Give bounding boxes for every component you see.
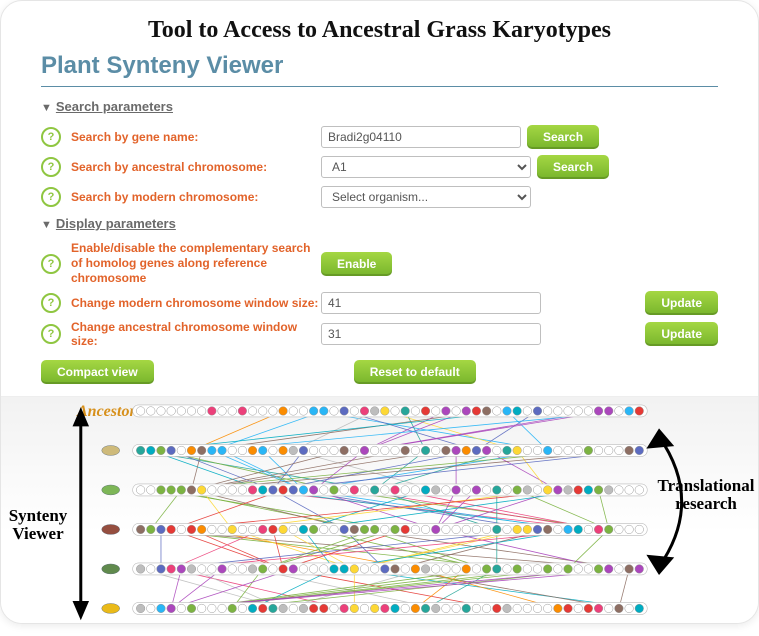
help-icon[interactable]: ? <box>41 127 61 147</box>
section-display-parameters[interactable]: ▼ Display parameters <box>41 216 718 231</box>
row-search-ancestral: ? Search by ancestral chromosome: A1 Sea… <box>41 154 718 180</box>
compact-view-button[interactable]: Compact view <box>41 360 154 384</box>
row-modern-window: ? Change modern chromosome window size: … <box>41 290 718 316</box>
update-ancestral-window-button[interactable]: Update <box>645 322 718 346</box>
row-search-gene: ? Search by gene name: Search <box>41 124 718 150</box>
enable-button[interactable]: Enable <box>321 252 392 276</box>
row-search-modern: ? Search by modern chromosome: Select or… <box>41 184 718 210</box>
gene-name-input[interactable] <box>321 126 521 148</box>
row-ancestral-window: ? Change ancestral chromosome window siz… <box>41 320 718 348</box>
search-ancestral-button[interactable]: Search <box>537 155 609 179</box>
ancestral-window-input[interactable] <box>321 323 541 345</box>
chevron-down-icon: ▼ <box>41 219 52 231</box>
app-title: Plant Synteny Viewer <box>41 52 718 80</box>
label-ancestral-window: Change ancestral chromosome window size: <box>71 320 321 348</box>
search-gene-button[interactable]: Search <box>527 125 599 149</box>
label-search-ancestral: Search by ancestral chromosome: <box>71 160 321 174</box>
section-search-parameters[interactable]: ▼ Search parameters <box>41 99 718 114</box>
page-title: Tool to Access to Ancestral Grass Karyot… <box>41 17 718 44</box>
modern-organism-select[interactable]: Select organism... <box>321 186 531 208</box>
row-enable-homolog: ? Enable/disable the complementary searc… <box>41 241 718 286</box>
help-icon[interactable]: ? <box>41 187 61 207</box>
label-search-modern: Search by modern chromosome: <box>71 190 321 204</box>
help-icon[interactable]: ? <box>41 254 61 274</box>
section-search-label: Search parameters <box>56 99 173 114</box>
modern-window-input[interactable] <box>321 292 541 314</box>
update-modern-window-button[interactable]: Update <box>645 291 718 315</box>
help-icon[interactable]: ? <box>41 293 61 313</box>
synteny-diagram: Ancestor Synteny Viewer Translational re… <box>1 396 758 623</box>
help-icon[interactable]: ? <box>41 157 61 177</box>
ancestral-chromosome-select[interactable]: A1 <box>321 156 531 178</box>
chevron-down-icon: ▼ <box>41 102 52 114</box>
label-modern-window: Change modern chromosome window size: <box>71 296 321 310</box>
title-rule <box>41 86 718 87</box>
help-icon[interactable]: ? <box>41 324 61 344</box>
label-search-gene: Search by gene name: <box>71 130 321 144</box>
synteny-svg <box>1 397 758 622</box>
reset-default-button[interactable]: Reset to default <box>354 360 476 384</box>
label-enable-homolog: Enable/disable the complementary search … <box>71 241 321 286</box>
section-display-label: Display parameters <box>56 216 176 231</box>
